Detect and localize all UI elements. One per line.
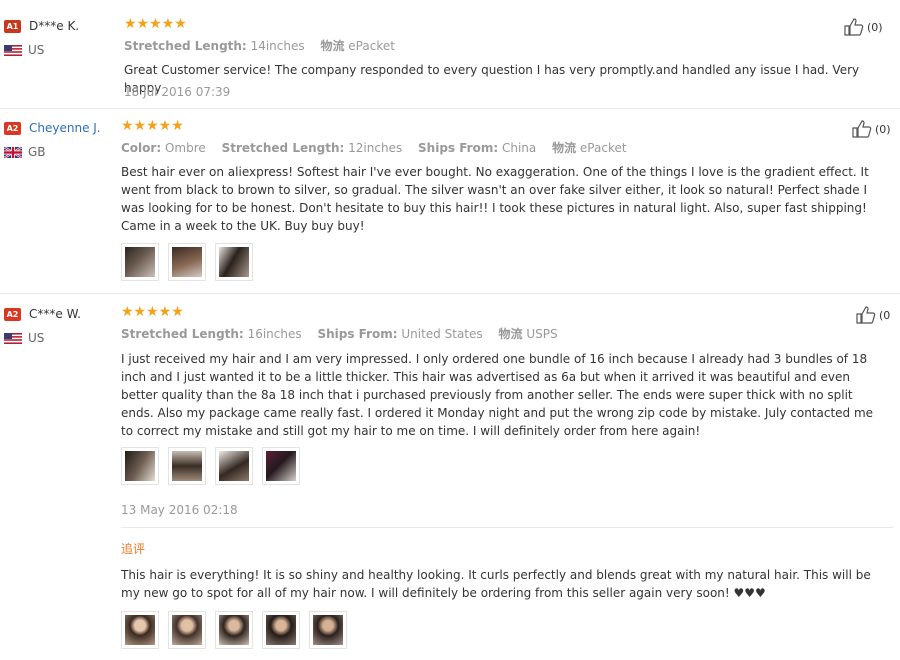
attr-key: Ships From:	[317, 327, 398, 341]
review-photos	[121, 243, 262, 281]
reviewer-info: A2 C***e W. US	[4, 305, 81, 345]
us-flag-icon	[4, 332, 22, 344]
attr-key: Stretched Length:	[121, 327, 244, 341]
review-photo-thumbnail[interactable]	[309, 611, 347, 649]
review-photo-thumbnail[interactable]	[262, 447, 300, 485]
review-photo-thumbnail[interactable]	[215, 447, 253, 485]
attr-key: Stretched Length:	[124, 39, 247, 53]
review-photo-thumbnail[interactable]	[168, 243, 206, 281]
review-photo-thumbnail[interactable]	[121, 447, 159, 485]
thumbs-up-icon	[856, 306, 876, 324]
review-photo-thumbnail[interactable]	[215, 611, 253, 649]
followup-photos	[121, 611, 356, 649]
attr-key: 物流	[498, 327, 523, 341]
attr-value: 14inches	[250, 39, 305, 53]
attr-value: 12inches	[348, 141, 403, 155]
attr-value: United States	[401, 327, 483, 341]
review-divider	[0, 108, 900, 109]
helpful-button[interactable]: (0	[856, 306, 890, 324]
level-badge: A2	[4, 121, 21, 135]
review-text: I just received my hair and I am very im…	[121, 352, 874, 438]
review-date: 18 Jul 2016 07:39	[124, 85, 231, 99]
followup-divider	[121, 527, 893, 528]
helpful-count: (0)	[875, 122, 891, 136]
review-date: 13 May 2016 02:18	[121, 503, 238, 517]
reviewer-name[interactable]: Cheyenne J.	[29, 121, 101, 135]
product-attributes: Color: Ombre Stretched Length: 12inches …	[121, 140, 639, 156]
star-rating: ★★★★★	[121, 304, 184, 320]
attr-key: Ships From:	[418, 141, 499, 155]
reviewer-name: D***e K.	[29, 19, 80, 33]
attr-key: Color:	[121, 141, 162, 155]
reviewer-country: US	[28, 43, 45, 57]
review-text: Best hair ever on aliexpress! Softest ha…	[121, 165, 869, 233]
level-badge: A2	[4, 307, 21, 321]
product-attributes: Stretched Length: 14inches 物流 ePacket	[124, 38, 407, 54]
attr-value: 16inches	[247, 327, 302, 341]
review-photo-thumbnail[interactable]	[168, 611, 206, 649]
helpful-count: (0	[879, 308, 891, 322]
attr-value: Ombre	[164, 141, 206, 155]
level-badge: A1	[4, 19, 21, 33]
reviewer-info: A1 D***e K. US	[4, 17, 79, 57]
attr-key: 物流	[552, 141, 577, 155]
reviewer-country: GB	[28, 145, 46, 159]
review-photos	[121, 447, 309, 485]
thumbs-up-icon	[844, 18, 864, 36]
reviewer-info: A2 Cheyenne J. GB	[4, 119, 101, 159]
review-photo-thumbnail[interactable]	[215, 243, 253, 281]
attr-value: ePacket	[579, 141, 627, 155]
star-rating: ★★★★★	[124, 16, 187, 32]
helpful-count: (0)	[867, 20, 883, 34]
thumbs-up-icon	[852, 120, 872, 138]
reviewer-name: C***e W.	[29, 307, 81, 321]
review-photo-thumbnail[interactable]	[262, 611, 300, 649]
helpful-button[interactable]: (0)	[844, 18, 883, 36]
helpful-button[interactable]: (0)	[852, 120, 891, 138]
attr-value: USPS	[526, 327, 558, 341]
attr-key: 物流	[320, 39, 345, 53]
review-text: Great Customer service! The company resp…	[124, 63, 860, 95]
followup-text: This hair is everything! It is so shiny …	[121, 568, 871, 600]
attr-key: Stretched Length:	[221, 141, 345, 155]
star-rating: ★★★★★	[121, 118, 184, 134]
review-photo-thumbnail[interactable]	[168, 447, 206, 485]
attr-value: ePacket	[348, 39, 395, 53]
gb-flag-icon	[4, 146, 22, 158]
review-photo-thumbnail[interactable]	[121, 611, 159, 649]
review-divider	[0, 293, 900, 294]
followup-label: 追评	[121, 542, 146, 556]
review-photo-thumbnail[interactable]	[121, 243, 159, 281]
reviewer-country: US	[28, 331, 45, 345]
product-attributes: Stretched Length: 16inches Ships From: U…	[121, 326, 570, 342]
us-flag-icon	[4, 44, 22, 56]
attr-value: China	[501, 141, 537, 155]
